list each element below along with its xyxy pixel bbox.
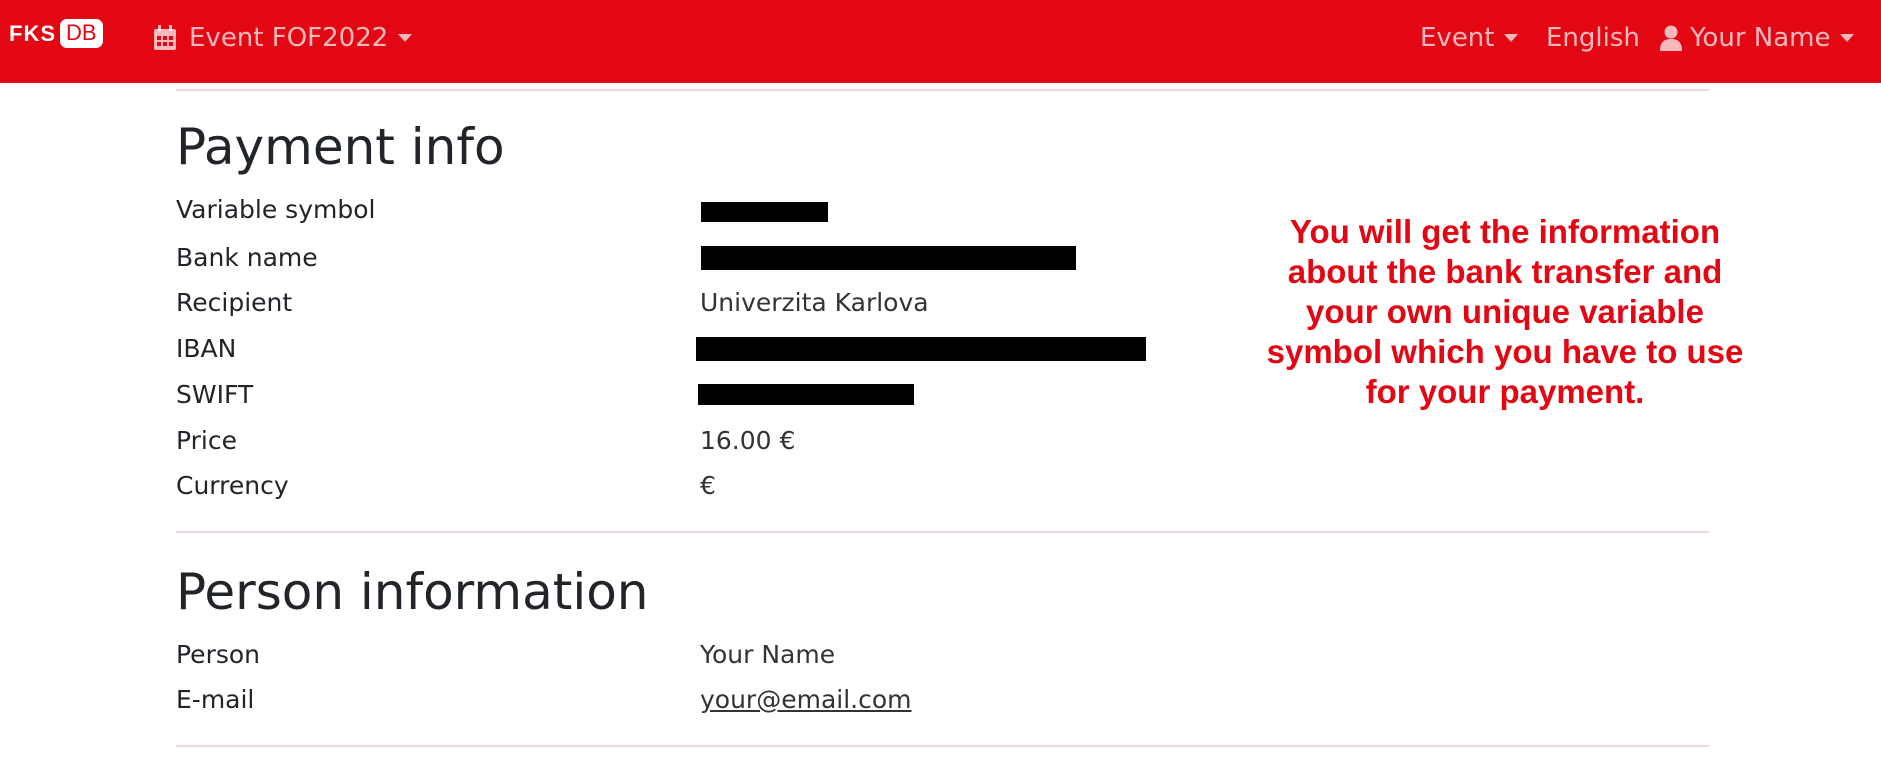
top-navbar: FKS DB Event FOF2022 Event English Your … xyxy=(0,0,1881,83)
annotation-line: your own unique variable xyxy=(1306,293,1704,330)
person-info-heading: Person information xyxy=(176,563,649,621)
payment-info-heading: Payment info xyxy=(176,118,505,176)
brand-logo-badge: DB xyxy=(60,19,103,48)
row-label: E-mail xyxy=(176,685,255,714)
event-menu-label: Event xyxy=(1420,23,1495,53)
payment-annotation: You will get the information about the b… xyxy=(1235,212,1775,412)
row-label: SWIFT xyxy=(176,380,254,409)
chevron-down-icon xyxy=(398,34,413,42)
event-menu-dropdown[interactable]: Event xyxy=(1420,20,1519,56)
user-icon xyxy=(1660,25,1682,51)
row-label: IBAN xyxy=(176,334,237,363)
annotation-line: You will get the information xyxy=(1289,213,1721,250)
calendar-icon xyxy=(154,25,176,50)
row-label: Variable symbol xyxy=(176,195,376,224)
language-label: English xyxy=(1546,23,1640,53)
row-value: Your Name xyxy=(700,640,836,669)
user-menu-dropdown[interactable]: Your Name xyxy=(1660,20,1855,56)
row-label: Price xyxy=(176,426,237,455)
language-switch[interactable]: English xyxy=(1546,20,1640,56)
event-selector-label: Event FOF2022 xyxy=(189,23,389,53)
annotation-line: for your payment. xyxy=(1365,373,1645,410)
annotation-line: about the bank transfer and xyxy=(1287,253,1723,290)
row-label: Currency xyxy=(176,471,289,500)
redaction-bar xyxy=(698,384,914,405)
brand-logo[interactable]: FKS DB xyxy=(9,19,103,48)
row-value: € xyxy=(700,471,716,500)
redaction-bar xyxy=(701,202,828,222)
brand-logo-text: FKS xyxy=(9,20,56,46)
redaction-bar xyxy=(701,246,1076,270)
redaction-bar xyxy=(696,337,1146,361)
email-link[interactable]: your@email.com xyxy=(700,685,912,714)
row-value: Univerzita Karlova xyxy=(700,288,929,317)
event-selector-dropdown[interactable]: Event FOF2022 xyxy=(153,20,413,56)
row-label: Recipient xyxy=(176,288,293,317)
row-label: Person xyxy=(176,640,261,669)
divider xyxy=(176,531,1709,533)
divider xyxy=(176,745,1709,747)
row-value: 16.00 € xyxy=(700,426,796,455)
user-name-label: Your Name xyxy=(1690,23,1831,53)
row-label: Bank name xyxy=(176,243,318,272)
chevron-down-icon xyxy=(1840,34,1855,42)
chevron-down-icon xyxy=(1504,34,1519,42)
divider xyxy=(176,89,1709,91)
annotation-line: symbol which you have to use xyxy=(1266,333,1744,370)
